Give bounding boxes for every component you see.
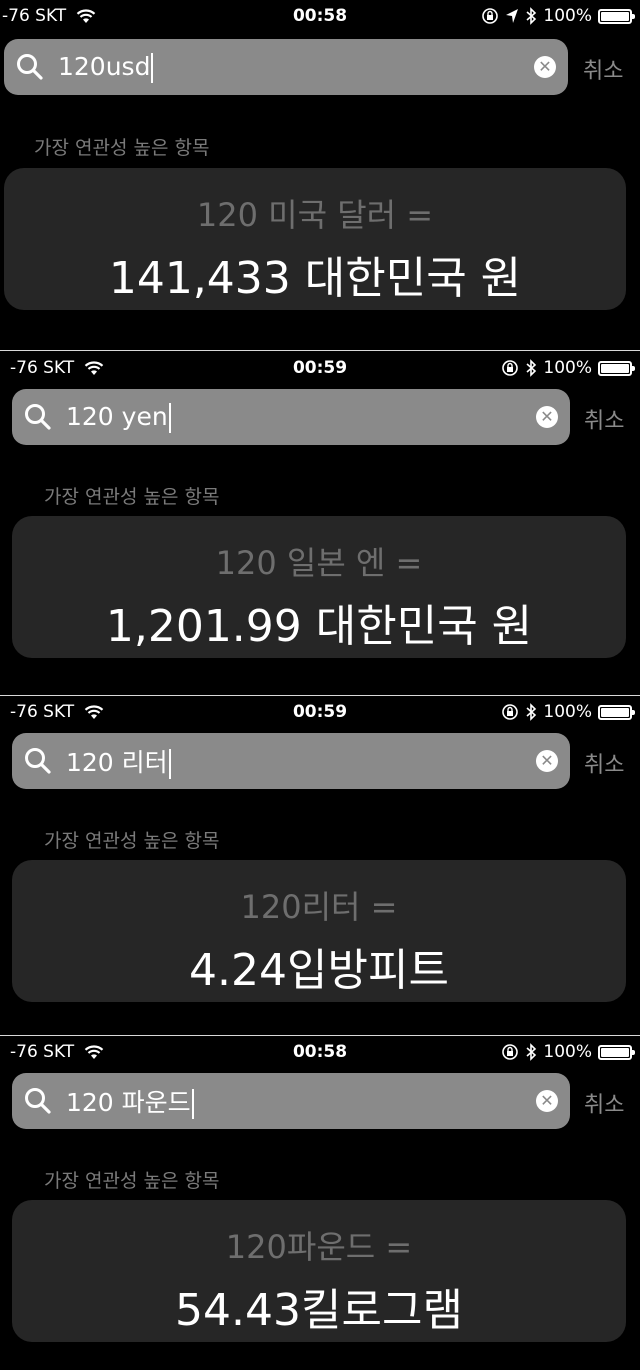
text-caret: [151, 52, 154, 83]
status-bar: -76 SKT 00:58 100%: [0, 0, 640, 34]
wifi-icon: [76, 9, 96, 23]
clear-icon[interactable]: ✕: [534, 56, 556, 78]
battery-icon: [598, 360, 635, 376]
conversion-expression: 120 일본 엔 =: [215, 544, 423, 582]
battery-percent: 100%: [543, 702, 592, 722]
orientation-lock-icon: [482, 8, 499, 24]
screenshot-panel-4: -76 SKT 00:58 100% 120 파운드 ✕ 취소 가장 연관성 높…: [0, 1036, 640, 1370]
conversion-result: 4.24입방피트: [189, 945, 449, 996]
search-input[interactable]: 120 리터: [66, 743, 171, 779]
status-bar: -76 SKT 00:59 100%: [0, 696, 640, 730]
signal-carrier: -76 SKT: [10, 702, 75, 722]
cancel-button[interactable]: 취소: [584, 403, 624, 435]
battery-icon: [598, 704, 635, 720]
search-bar[interactable]: 120 yen ✕: [12, 389, 570, 445]
cancel-button[interactable]: 취소: [584, 747, 624, 779]
conversion-result: 1,201.99 대한민국 원: [105, 601, 533, 652]
orientation-lock-icon: [502, 1044, 519, 1060]
screenshot-panel-2: -76 SKT 00:59 100% 120 yen ✕ 취소 가장 연관성 높…: [0, 352, 640, 695]
location-arrow-icon: [506, 9, 519, 23]
clear-icon[interactable]: ✕: [536, 1090, 558, 1112]
search-bar[interactable]: 120usd ✕: [4, 39, 568, 95]
signal-carrier: -76 SKT: [2, 6, 67, 26]
panel-divider: [0, 350, 640, 351]
wifi-icon: [84, 361, 104, 375]
section-title: 가장 연관성 높은 항목: [44, 486, 220, 508]
signal-carrier: -76 SKT: [10, 1042, 75, 1062]
search-icon: [17, 54, 43, 80]
search-icon: [25, 404, 51, 430]
conversion-result: 54.43킬로그램: [175, 1285, 463, 1336]
battery-icon: [598, 1044, 635, 1060]
wifi-icon: [84, 1045, 104, 1059]
search-input[interactable]: 120usd: [58, 52, 154, 83]
section-title: 가장 연관성 높은 항목: [44, 830, 220, 852]
battery-percent: 100%: [543, 358, 592, 378]
signal-carrier: -76 SKT: [10, 358, 75, 378]
conversion-card[interactable]: 120 일본 엔 = 1,201.99 대한민국 원: [12, 516, 626, 658]
clear-icon[interactable]: ✕: [536, 750, 558, 772]
section-title: 가장 연관성 높은 항목: [44, 1170, 220, 1192]
cancel-button[interactable]: 취소: [583, 53, 623, 85]
orientation-lock-icon: [502, 360, 519, 376]
text-caret: [191, 1089, 194, 1119]
battery-percent: 100%: [543, 6, 592, 26]
status-time: 00:58: [292, 6, 348, 26]
screenshot-panel-3: -76 SKT 00:59 100% 120 리터 ✕ 취소 가장 연관성 높은…: [0, 696, 640, 1035]
battery-icon: [598, 8, 635, 24]
search-icon: [25, 748, 51, 774]
search-input[interactable]: 120 파운드: [66, 1083, 194, 1119]
wifi-icon: [84, 705, 104, 719]
bluetooth-icon: [526, 7, 537, 25]
text-caret: [168, 749, 171, 779]
battery-percent: 100%: [543, 1042, 592, 1062]
status-bar: -76 SKT 00:58 100%: [0, 1036, 640, 1070]
screenshot-panel-1: -76 SKT 00:58 100% 120usd ✕ 취소 가장 연관성 높은…: [0, 0, 640, 350]
conversion-card[interactable]: 120파운드 = 54.43킬로그램: [12, 1200, 626, 1342]
status-time: 00:58: [292, 1042, 348, 1062]
bluetooth-icon: [526, 1043, 537, 1061]
conversion-expression: 120리터 =: [240, 888, 398, 926]
clear-icon[interactable]: ✕: [536, 406, 558, 428]
bluetooth-icon: [526, 703, 537, 721]
search-bar[interactable]: 120 리터 ✕: [12, 733, 570, 789]
conversion-expression: 120 미국 달러 =: [196, 196, 434, 234]
status-bar: -76 SKT 00:59 100%: [0, 352, 640, 386]
status-time: 00:59: [292, 358, 348, 378]
text-caret: [168, 402, 171, 433]
section-title: 가장 연관성 높은 항목: [34, 137, 210, 159]
orientation-lock-icon: [502, 704, 519, 720]
search-bar[interactable]: 120 파운드 ✕: [12, 1073, 570, 1129]
conversion-result: 141,433 대한민국 원: [108, 253, 522, 304]
status-time: 00:59: [292, 702, 348, 722]
conversion-card[interactable]: 120리터 = 4.24입방피트: [12, 860, 626, 1002]
conversion-expression: 120파운드 =: [225, 1228, 413, 1266]
search-input[interactable]: 120 yen: [66, 402, 171, 433]
search-icon: [25, 1088, 51, 1114]
cancel-button[interactable]: 취소: [584, 1087, 624, 1119]
bluetooth-icon: [526, 359, 537, 377]
conversion-card[interactable]: 120 미국 달러 = 141,433 대한민국 원: [4, 168, 626, 310]
